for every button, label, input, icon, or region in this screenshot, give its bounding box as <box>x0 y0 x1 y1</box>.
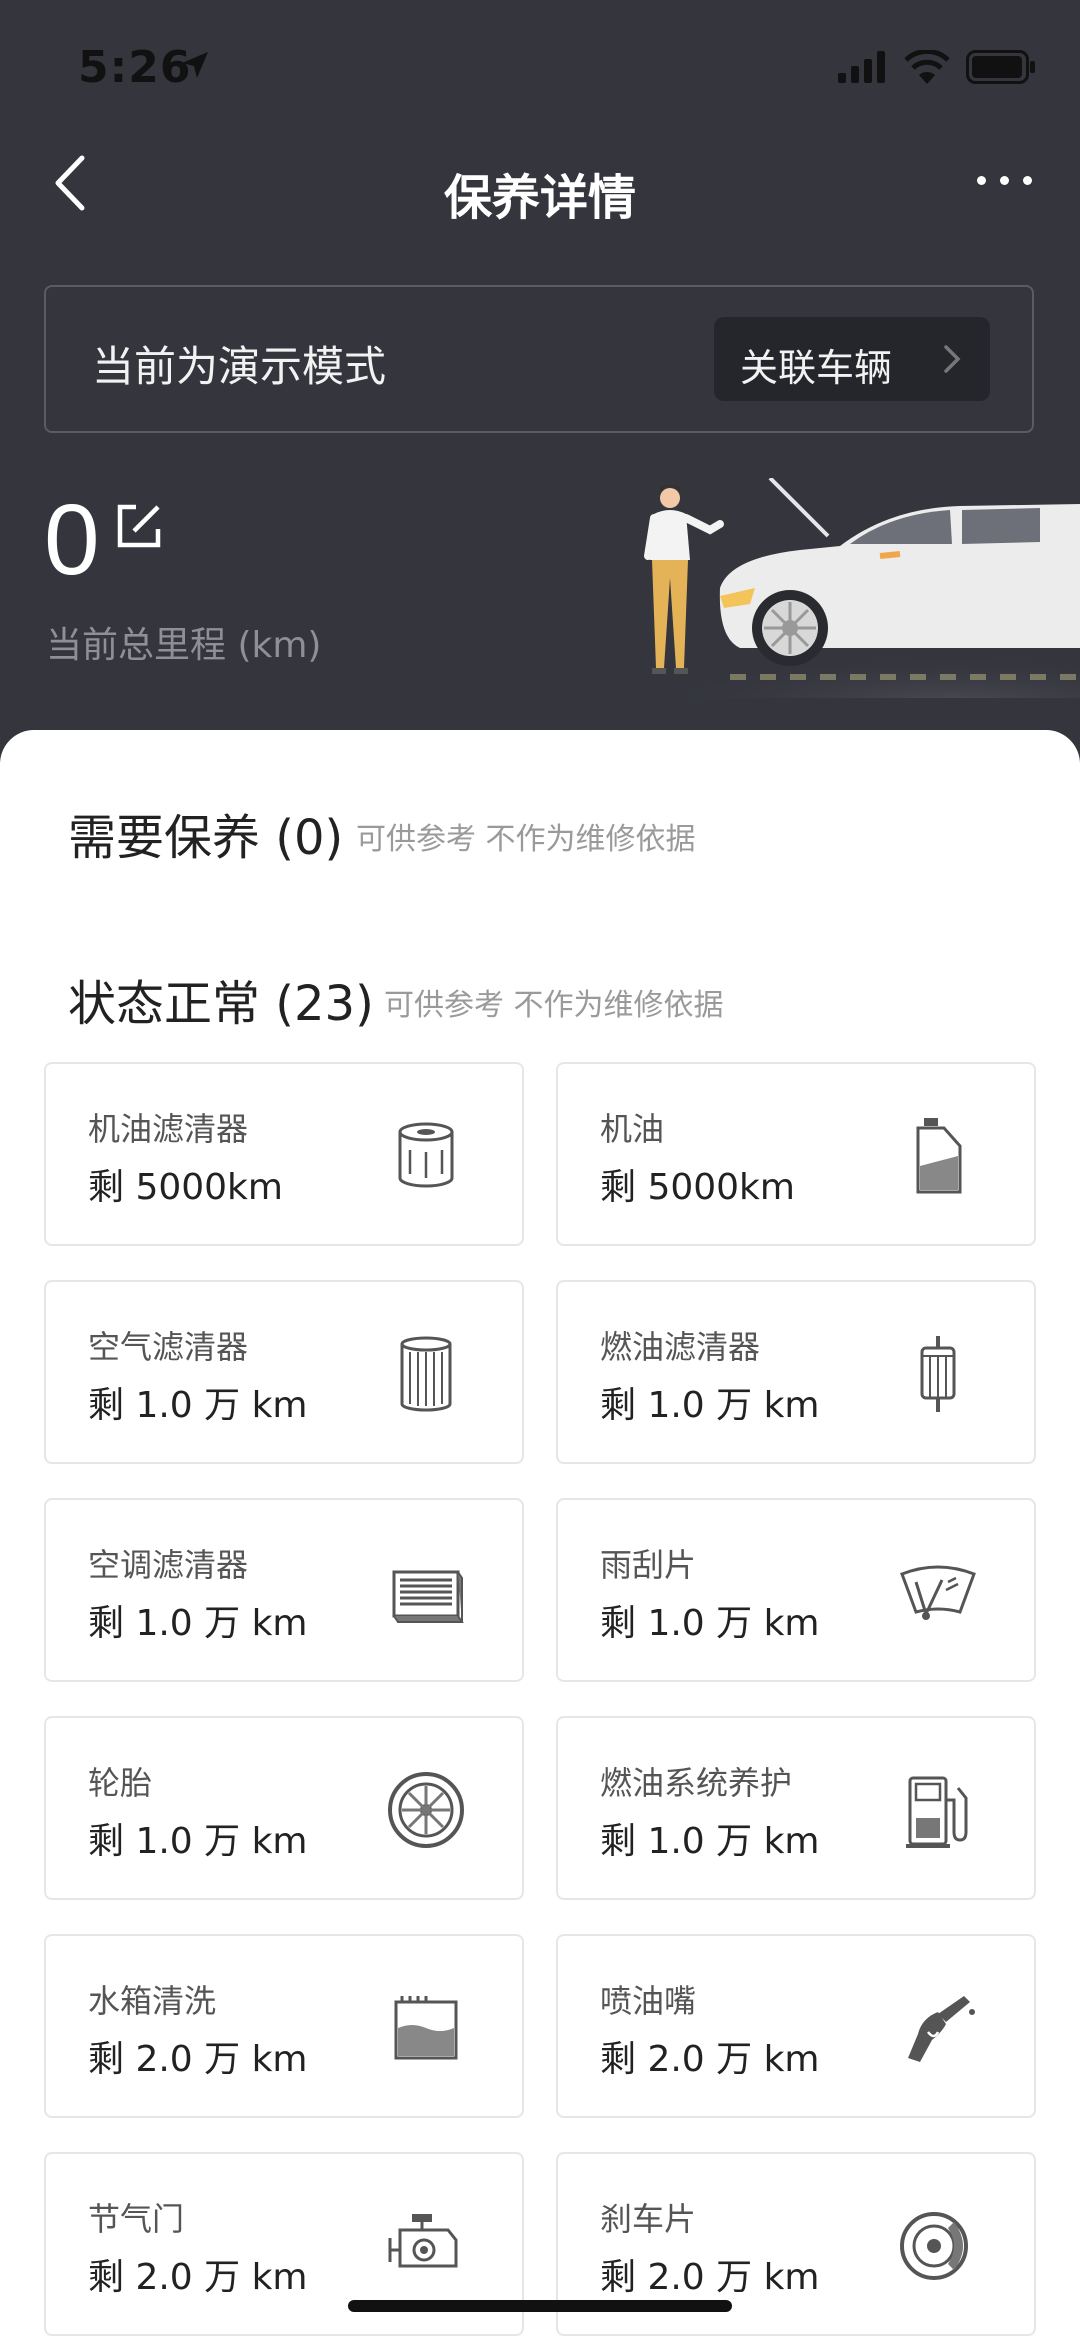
brake-disc-icon <box>900 2212 968 2280</box>
chevron-right-icon <box>944 345 961 373</box>
card-remaining: 剩 1.0 万 km <box>600 1821 820 1862</box>
car-maintenance-illustration <box>640 478 1080 698</box>
nav-bar: 保养详情 <box>0 140 1080 240</box>
card-remaining: 剩 1.0 万 km <box>88 1603 308 1644</box>
throttle-icon <box>388 2214 458 2268</box>
card-remaining: 剩 2.0 万 km <box>88 2039 308 2080</box>
card-remaining: 剩 2.0 万 km <box>600 2039 820 2080</box>
card-remaining: 剩 5000km <box>88 1167 283 1208</box>
link-vehicle-label: 关联车辆 <box>740 346 893 390</box>
card-name: 喷油嘴 <box>600 1982 697 2020</box>
need-maintenance-note: 可供参考 不作为维修依据 <box>356 822 696 857</box>
maintenance-card-air-filter[interactable]: 空气滤清器 剩 1.0 万 km <box>44 1280 524 1464</box>
maintenance-card-oil-filter[interactable]: 机油滤清器 剩 5000km <box>44 1062 524 1246</box>
maintenance-card-radiator[interactable]: 水箱清洗 剩 2.0 万 km <box>44 1934 524 2118</box>
card-name: 刹车片 <box>600 2200 697 2238</box>
normal-status-note: 可供参考 不作为维修依据 <box>384 988 724 1023</box>
normal-status-title: 状态正常 (23) <box>68 976 374 1032</box>
oil-filter-icon <box>398 1122 454 1188</box>
card-name: 机油滤清器 <box>88 1110 249 1148</box>
edit-icon[interactable] <box>116 503 162 549</box>
wiper-icon <box>900 1565 976 1620</box>
card-remaining: 剩 1.0 万 km <box>88 1821 308 1862</box>
card-name: 机油 <box>600 1110 665 1148</box>
signal-icon <box>838 51 885 83</box>
mileage-label: 当前总里程 (km) <box>46 625 322 666</box>
card-remaining: 剩 1.0 万 km <box>88 1385 308 1426</box>
need-maintenance-title: 需要保养 (0) <box>68 810 344 866</box>
home-indicator[interactable] <box>348 2300 732 2312</box>
link-vehicle-button[interactable]: 关联车辆 <box>714 317 990 401</box>
wifi-icon <box>904 50 950 84</box>
card-name: 空调滤清器 <box>88 1546 249 1584</box>
maintenance-card-tire[interactable]: 轮胎 剩 1.0 万 km <box>44 1716 524 1900</box>
tire-icon <box>388 1772 464 1848</box>
maintenance-card-engine-oil[interactable]: 机油 剩 5000km <box>556 1062 1036 1246</box>
air-filter-icon <box>400 1336 452 1412</box>
card-name: 水箱清洗 <box>88 1982 217 2020</box>
mileage-value: 0 <box>44 484 100 596</box>
card-name: 轮胎 <box>88 1764 153 1802</box>
maintenance-card-fuel-nozzle[interactable]: 喷油嘴 剩 2.0 万 km <box>556 1934 1036 2118</box>
maintenance-list-panel: 需要保养 (0) 可供参考 不作为维修依据 状态正常 (23) 可供参考 不作为… <box>0 730 1080 2337</box>
demo-mode-text: 当前为演示模式 <box>92 342 387 391</box>
card-name: 雨刮片 <box>600 1546 697 1584</box>
card-remaining: 剩 1.0 万 km <box>600 1603 820 1644</box>
card-remaining: 剩 2.0 万 km <box>600 2257 820 2298</box>
more-options-icon[interactable] <box>977 176 1032 185</box>
card-name: 空气滤清器 <box>88 1328 249 1366</box>
status-icons <box>838 50 1036 84</box>
card-name: 节气门 <box>88 2200 185 2238</box>
location-arrow-icon <box>182 52 208 78</box>
maintenance-card-fuel-system[interactable]: 燃油系统养护 剩 1.0 万 km <box>556 1716 1036 1900</box>
fuel-pump-icon <box>906 1776 968 1848</box>
card-remaining: 剩 1.0 万 km <box>600 1385 820 1426</box>
maintenance-card-fuel-filter[interactable]: 燃油滤清器 剩 1.0 万 km <box>556 1280 1036 1464</box>
radiator-icon <box>394 1996 458 2060</box>
fuel-filter-icon <box>920 1336 956 1412</box>
maintenance-card-wiper[interactable]: 雨刮片 剩 1.0 万 km <box>556 1498 1036 1682</box>
battery-icon <box>966 50 1035 84</box>
card-name: 燃油系统养护 <box>600 1764 793 1802</box>
engine-oil-icon <box>916 1118 962 1194</box>
maintenance-card-ac-filter[interactable]: 空调滤清器 剩 1.0 万 km <box>44 1498 524 1682</box>
fuel-nozzle-icon <box>908 1996 975 2062</box>
page-title: 保养详情 <box>443 170 636 226</box>
card-remaining: 剩 5000km <box>600 1167 795 1208</box>
status-time: 5:26 <box>78 42 192 93</box>
card-remaining: 剩 2.0 万 km <box>88 2257 308 2298</box>
ac-filter-icon <box>392 1570 464 1623</box>
status-bar: 5:26 <box>0 0 1080 130</box>
demo-mode-banner: 当前为演示模式 关联车辆 <box>44 285 1034 433</box>
card-name: 燃油滤清器 <box>600 1328 761 1366</box>
